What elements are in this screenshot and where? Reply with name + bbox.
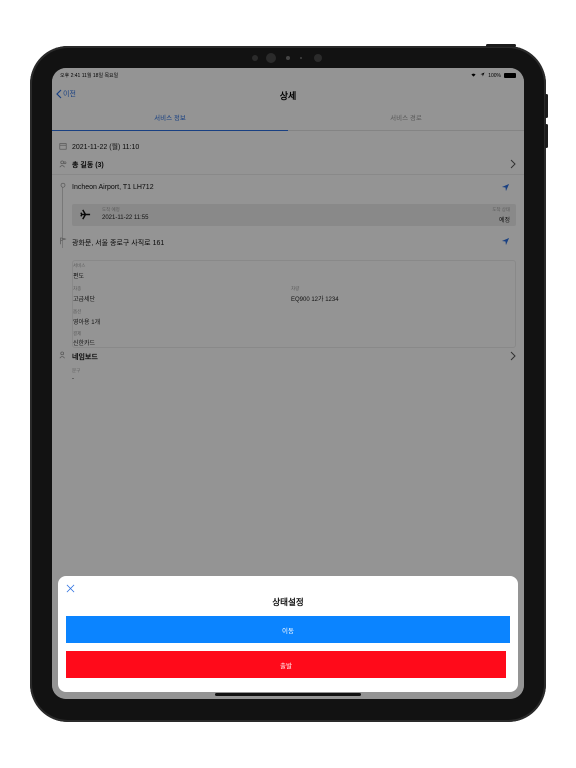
volume-up-button: [545, 94, 548, 118]
camera-sensors: [248, 52, 338, 64]
top-button: [486, 44, 516, 47]
screen: 오후 2:41 11월 18일 목요일 100% 이전 상세 서비스 정보 서비…: [52, 68, 524, 699]
status-sheet: 상태설정 이동 출발: [58, 576, 518, 692]
sheet-title: 상태설정: [272, 597, 304, 607]
move-button[interactable]: 이동: [66, 616, 510, 643]
volume-down-button: [545, 124, 548, 148]
close-icon[interactable]: [66, 584, 75, 593]
depart-button[interactable]: 출발: [66, 651, 506, 678]
home-indicator[interactable]: [215, 693, 361, 696]
